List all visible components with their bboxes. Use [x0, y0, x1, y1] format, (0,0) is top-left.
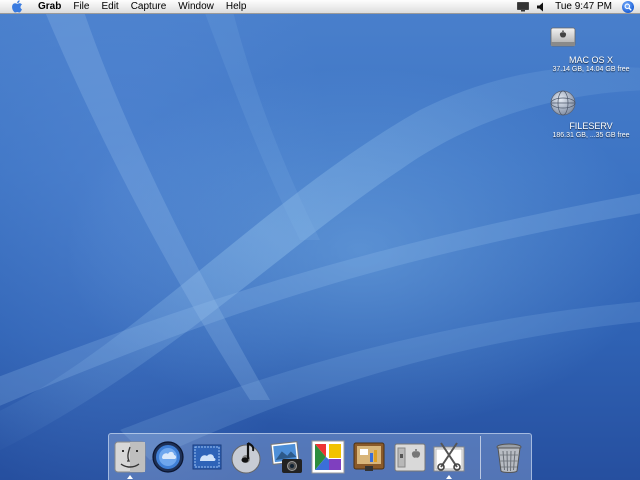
wallpaper-swooshes	[0, 0, 640, 460]
display-icon[interactable]	[517, 0, 529, 14]
apple-menu-button[interactable]	[10, 0, 24, 14]
dock-item-mail[interactable]	[189, 439, 225, 475]
finder-icon	[114, 441, 146, 473]
disk-info: 37.14 GB, 14.04 GB free	[552, 66, 630, 73]
menu-edit[interactable]: Edit	[95, 0, 124, 14]
menu-capture[interactable]: Capture	[125, 0, 173, 14]
dashboard-icon	[152, 441, 184, 473]
grab-icon	[433, 442, 465, 472]
preview-icon	[311, 440, 345, 474]
disk-name: MAC OS X	[568, 55, 613, 65]
apple-icon	[11, 0, 22, 13]
iphoto-icon	[270, 441, 302, 473]
menu-grab[interactable]: Grab	[32, 0, 67, 14]
dock-item-iphoto[interactable]	[269, 439, 305, 475]
volume-icon[interactable]	[537, 0, 545, 14]
running-indicator-finder	[127, 475, 133, 479]
menu-window[interactable]: Window	[172, 0, 220, 14]
desktop[interactable]: MAC OS X 37.14 GB, 14.04 GB free FILESER…	[0, 0, 640, 480]
dock-item-finder[interactable]	[112, 439, 148, 475]
menu-file[interactable]: File	[67, 0, 95, 14]
dock-item-preview[interactable]	[310, 439, 346, 475]
menubar-clock[interactable]: Tue 9:47 PM	[549, 1, 620, 12]
mail-icon	[192, 444, 222, 470]
keynote-icon	[353, 442, 385, 471]
trash-icon	[496, 443, 522, 473]
running-indicator-grab	[446, 475, 452, 479]
system-preferences-icon	[394, 443, 426, 472]
disk-info: 186.31 GB, ...35 GB free	[552, 132, 630, 139]
dock	[108, 433, 532, 480]
desktop-disk-fileserv[interactable]: FILESERV 186.31 GB, ...35 GB free	[548, 88, 634, 140]
spotlight-icon[interactable]	[622, 0, 634, 13]
dock-item-grab[interactable]	[431, 439, 467, 475]
dock-item-system-preferences[interactable]	[392, 439, 428, 475]
menu-help[interactable]: Help	[220, 0, 253, 14]
itunes-icon	[231, 442, 261, 474]
hard-disk-icon	[550, 22, 606, 52]
dock-item-itunes[interactable]	[228, 439, 264, 475]
dock-divider	[480, 436, 481, 479]
network-disk-icon	[550, 88, 606, 118]
dock-item-trash[interactable]	[491, 439, 527, 475]
desktop-disk-mac-os-x[interactable]: MAC OS X 37.14 GB, 14.04 GB free	[548, 22, 634, 74]
dock-item-keynote[interactable]	[351, 439, 387, 475]
disk-name: FILESERV	[569, 121, 613, 131]
menu-bar: Grab File Edit Capture Window Help Tue 9…	[0, 0, 640, 14]
dock-item-dashboard[interactable]	[150, 439, 186, 475]
